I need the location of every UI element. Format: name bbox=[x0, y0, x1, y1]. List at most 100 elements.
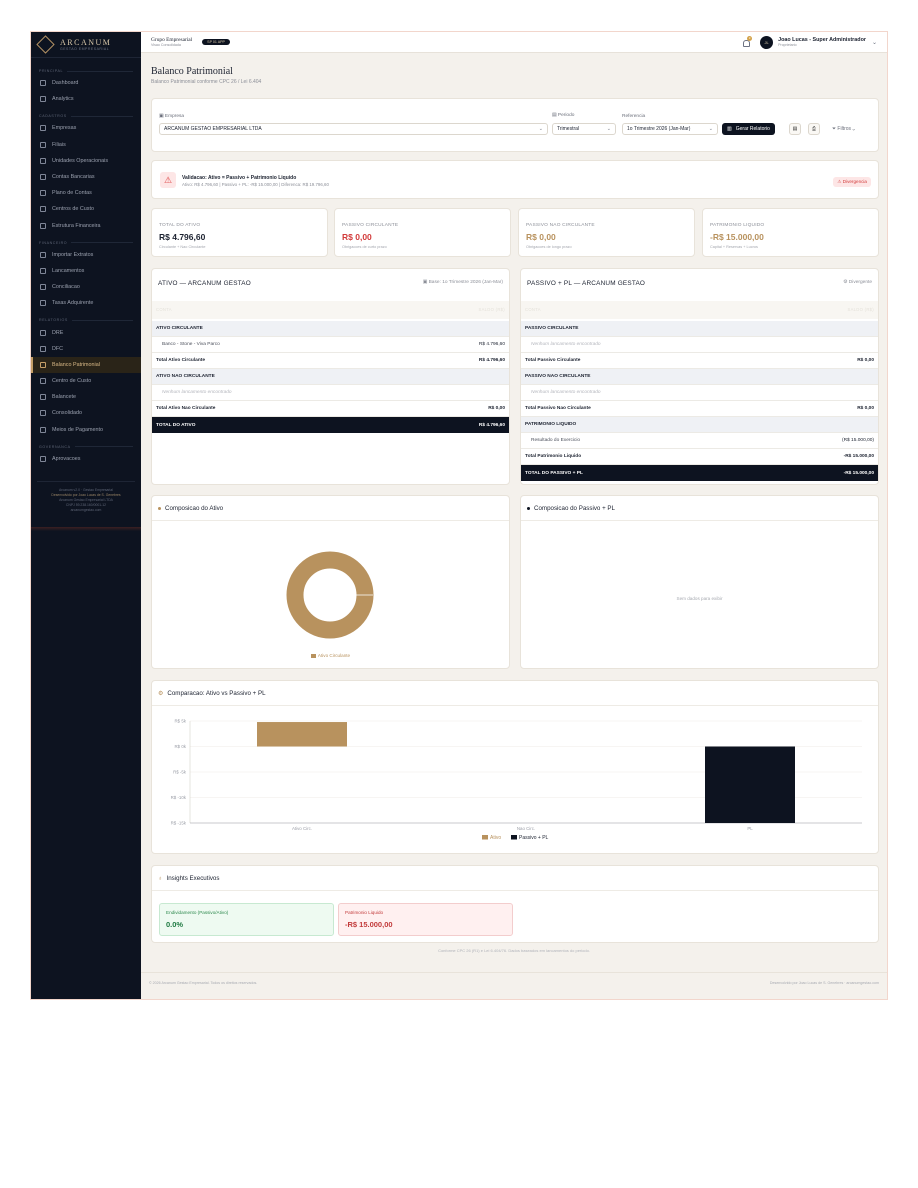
cost-center-icon bbox=[40, 206, 46, 213]
row-amount: R$ 4.796,60 bbox=[478, 422, 505, 428]
sidebar-item-meios-de-pagamento[interactable]: Meios de Pagamento bbox=[31, 422, 141, 438]
export-pdf-icon[interactable]: ▤ bbox=[789, 123, 801, 135]
ativo-title: ATIVO — ARCANUM GESTAO bbox=[158, 280, 251, 287]
chevron-down-icon: ⌄ bbox=[538, 126, 543, 132]
gerar-relatorio-button[interactable]: ▥ Gerar Relatorio bbox=[722, 123, 775, 135]
sidebar-item-label: Taxas Adquirente bbox=[52, 300, 94, 307]
filter-icon: ⏷ bbox=[832, 126, 837, 132]
table-row: Nenhum lancamento encontrado bbox=[152, 385, 509, 401]
row-label: Nenhum lancamento encontrado bbox=[162, 390, 232, 395]
row-amount: -R$ 15.000,00 bbox=[843, 470, 874, 476]
brand[interactable]: ARCANUM GESTAO EMPRESARIAL bbox=[31, 32, 141, 58]
empresa-label: ▣ Empresa bbox=[159, 114, 185, 119]
sidebar-item-conciliacao[interactable]: Conciliacao bbox=[31, 279, 141, 295]
referencia-label: Referencia bbox=[622, 114, 646, 119]
row-label: Total Patrimonio Liquido bbox=[525, 454, 582, 459]
sidebar-item-dashboard[interactable]: Dashboard bbox=[31, 75, 141, 91]
sidebar-item-empresas[interactable]: Empresas bbox=[31, 120, 141, 136]
empty-state: Sem dados para exibir bbox=[676, 596, 723, 601]
topbar: Grupo Empresarial Visao Consolidada SP 0… bbox=[141, 32, 887, 53]
legend-swatch bbox=[482, 835, 488, 840]
sidebar-item-label: Meios de Pagamento bbox=[52, 426, 103, 433]
bar-passivo-pl-pl[interactable] bbox=[705, 746, 795, 824]
sidebar-item-label: Contas Bancarias bbox=[52, 174, 95, 181]
arrows-icon bbox=[40, 267, 46, 274]
sidebar-item-label: Aprovacoes bbox=[52, 455, 81, 462]
sidebar-item-centros-de-custo[interactable]: Centros de Custo bbox=[31, 201, 141, 217]
row-amount: -R$ 15.000,00 bbox=[843, 454, 874, 459]
notification-bell-icon[interactable]: 3 bbox=[742, 35, 753, 47]
sidebar-item-consolidado[interactable]: Consolidado bbox=[31, 405, 141, 421]
book-icon bbox=[40, 190, 46, 197]
list-icon bbox=[40, 394, 46, 401]
sidebar-item-unidades-operacionais[interactable]: Unidades Operacionais bbox=[31, 153, 141, 169]
table-header: CONTA SALDO (R$) bbox=[152, 301, 509, 319]
sidebar-item-contas-bancarias[interactable]: Contas Bancarias bbox=[31, 169, 141, 185]
row-amount: (R$ 15.000,00) bbox=[842, 438, 874, 443]
print-icon[interactable]: ⎙ bbox=[808, 123, 820, 135]
legend-swatch bbox=[310, 653, 316, 658]
kpi-label: PATRIMONIO LIQUIDO bbox=[710, 223, 765, 228]
sidebar-item-balancete[interactable]: Balancete bbox=[31, 389, 141, 405]
layers-icon bbox=[40, 410, 46, 417]
sidebar-item-lancamentos[interactable]: Lancamentos bbox=[31, 263, 141, 279]
sidebar-item-plano-de-contas[interactable]: Plano de Contas bbox=[31, 185, 141, 201]
calendar-icon: ▣ bbox=[422, 280, 428, 285]
sidebar-section-title: RELATORIOS bbox=[31, 311, 141, 324]
unit-badge[interactable]: SP 01 APP bbox=[202, 39, 230, 45]
branch-icon bbox=[40, 141, 46, 148]
validation-title: Validacao: Ativo = Passivo + Patrimonio … bbox=[182, 175, 297, 181]
sidebar-item-dre[interactable]: DRE bbox=[31, 324, 141, 340]
kpi-label: PASSIVO CIRCULANTE bbox=[342, 223, 399, 228]
row-label: TOTAL DO ATIVO bbox=[156, 422, 196, 428]
page-subtitle: Balanco Patrimonial conforme CPC 26 / Le… bbox=[151, 79, 262, 85]
table-row[interactable]: Resultado do Exercicio (R$ 15.000,00) bbox=[521, 433, 878, 449]
validation-detail: Ativo: R$ 4.796,60 | Passivo + PL: -R$ 1… bbox=[182, 182, 329, 187]
sidebar-item-importar-extratos[interactable]: Importar Extratos bbox=[31, 247, 141, 263]
referencia-select[interactable]: 1o Trimestre 2026 (Jan-Mar) ⌄ bbox=[622, 123, 718, 135]
bullet-icon bbox=[158, 507, 161, 510]
row-amount: R$ 4.796,60 bbox=[478, 342, 505, 347]
periodo-select[interactable]: Trimestral ⌄ bbox=[552, 123, 616, 135]
divergence-badge: ⚠ Divergencia bbox=[833, 177, 871, 187]
bar-ativo-ativo-circ-[interactable] bbox=[257, 722, 347, 747]
sidebar-item-taxas-adquirente[interactable]: Taxas Adquirente bbox=[31, 295, 141, 311]
y-tick-label: R$ -10k bbox=[171, 795, 187, 800]
table-row[interactable]: Banco - Stone - Viva Parco R$ 4.796,60 bbox=[152, 337, 509, 353]
org-selector[interactable]: Grupo Empresarial Visao Consolidada bbox=[151, 37, 192, 47]
sidebar-item-dfc[interactable]: DFC bbox=[31, 341, 141, 357]
kpi-value: R$ 0,00 bbox=[526, 232, 556, 242]
chevron-down-icon[interactable]: ⌄ bbox=[872, 39, 877, 46]
trend-icon bbox=[40, 345, 46, 352]
sidebar-item-filiais[interactable]: Filiais bbox=[31, 137, 141, 153]
empresa-select[interactable]: ARCANUM GESTAO EMPRESARIAL LTDA ⌄ bbox=[159, 123, 548, 135]
base-period: ▣ Base: 1o Trimestre 2026 (Jan-Mar) bbox=[422, 280, 503, 285]
row-label: Nenhum lancamento encontrado bbox=[531, 342, 601, 347]
table-row: Total Ativo Circulante R$ 4.796,60 bbox=[152, 353, 509, 369]
kpi-patrimonio-liquido: PATRIMONIO LIQUIDO -R$ 15.000,00 Capital… bbox=[702, 208, 879, 257]
table-row: Nenhum lancamento encontrado bbox=[521, 337, 878, 353]
chart-icon: ▥ bbox=[727, 126, 732, 132]
row-label: Nenhum lancamento encontrado bbox=[531, 390, 601, 395]
y-tick-label: R$ 0k bbox=[175, 744, 187, 749]
sidebar-item-estrutura-financeira[interactable]: Estrutura Financeira bbox=[31, 218, 141, 234]
divider bbox=[152, 705, 878, 706]
table-row: PASSIVO NAO CIRCULANTE bbox=[521, 369, 878, 385]
sidebar-item-centro-de-custo[interactable]: Centro de Custo bbox=[31, 373, 141, 389]
brand-subtitle: GESTAO EMPRESARIAL bbox=[60, 47, 110, 51]
kpi-label: TOTAL DO ATIVO bbox=[159, 223, 201, 228]
user-menu[interactable]: Joao Lucas - Super Administrador Proprie… bbox=[778, 37, 866, 47]
x-tick-label: Ativo Circ. bbox=[292, 826, 312, 831]
sidebar-item-aprovacoes[interactable]: Aprovacoes bbox=[31, 451, 141, 467]
filtros-button[interactable]: ⏷ Filtros ⌄ bbox=[832, 126, 855, 132]
table-row: TOTAL DO ATIVO R$ 4.796,60 bbox=[152, 417, 509, 433]
avatar[interactable]: JL bbox=[760, 35, 774, 49]
bank-icon bbox=[40, 174, 46, 181]
passivo-title: PASSIVO + PL — ARCANUM GESTAO bbox=[527, 280, 646, 287]
table-row: ATIVO NAO CIRCULANTE bbox=[152, 369, 509, 385]
sidebar-item-analytics[interactable]: Analytics bbox=[31, 91, 141, 107]
sidebar-item-balanco-patrimonial[interactable]: Balanco Patrimonial bbox=[31, 356, 141, 373]
sidebar-footer-site: arcanumgestao.com bbox=[70, 507, 102, 512]
lightbulb-icon: ♁ bbox=[158, 875, 163, 882]
chevron-down-icon: ⌄ bbox=[708, 126, 713, 132]
